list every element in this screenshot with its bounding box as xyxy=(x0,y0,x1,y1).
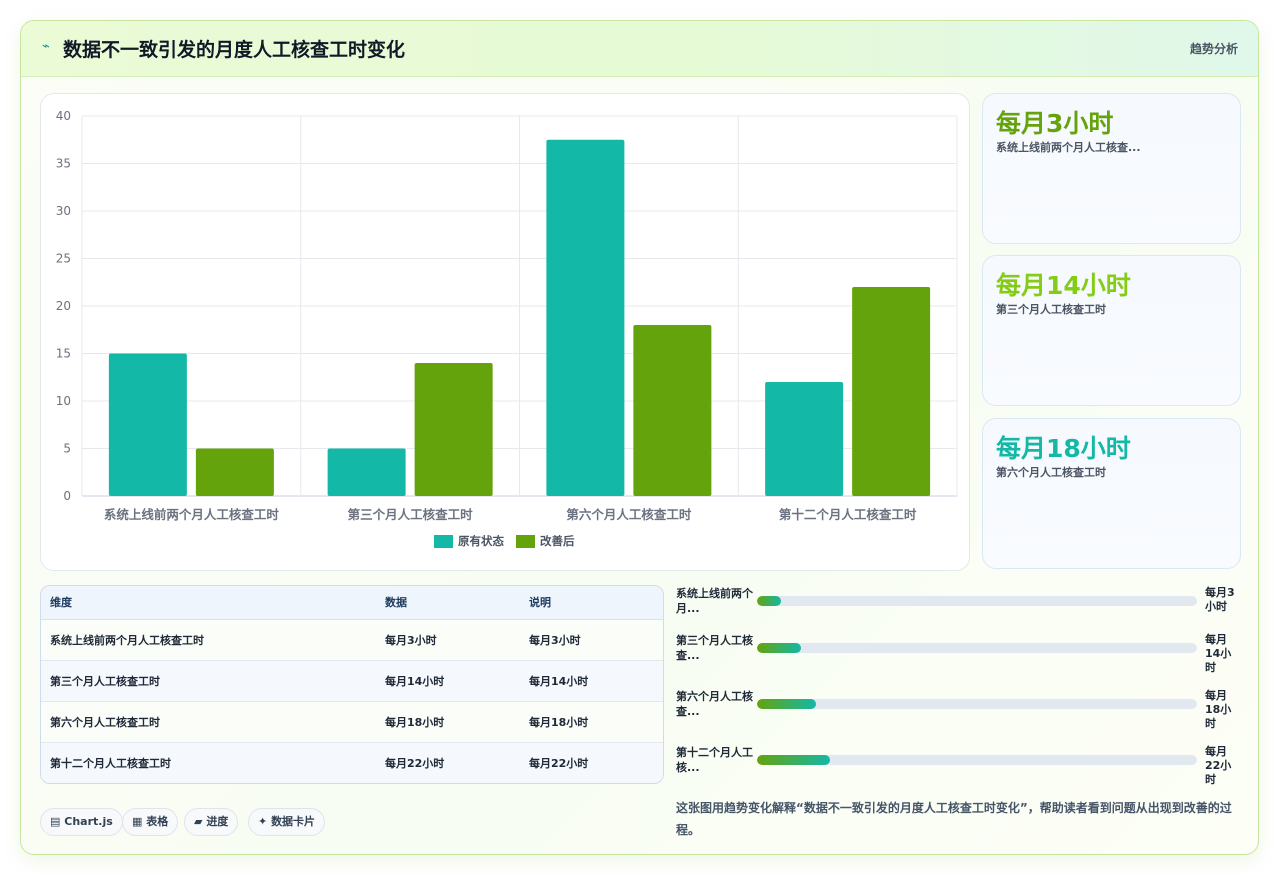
table-cell: 每月22小时 xyxy=(520,742,663,783)
stat-value: 每月18小时 xyxy=(996,434,1131,463)
bar-chart: 0 5 10 15 20 25 30 35 40 系统上线前两个月人工核查工时 第三个月人工核查工时… xyxy=(56,109,958,548)
progress-label: 第六个月人工核查... xyxy=(676,690,753,718)
chart-icon: ▤ xyxy=(50,815,61,828)
y-tick-label: 10 xyxy=(56,394,71,408)
table-cell: 第三个月人工核查工时 xyxy=(41,660,376,702)
stat-label: 系统上线前两个月人工核查... xyxy=(996,141,1141,154)
y-tick-label: 20 xyxy=(56,299,71,313)
legend-label: 改善后 xyxy=(540,534,575,548)
table-cell: 第六个月人工核查工时 xyxy=(41,701,376,743)
table-cell: 系统上线前两个月人工核查工时 xyxy=(41,619,376,661)
chip-label: 表格 xyxy=(146,815,169,828)
progress-row: 系统上线前两个月... 每月3小时 xyxy=(676,586,1246,626)
y-tick-label: 0 xyxy=(63,489,71,503)
stat-value: 每月3小时 xyxy=(996,109,1114,138)
table-header-row: 维度 数据 说明 xyxy=(41,586,663,620)
bar xyxy=(765,382,844,496)
progress-label: 第十二个月人工核... xyxy=(676,746,753,774)
stat-label: 第六个月人工核查工时 xyxy=(996,466,1106,479)
card-icon: ✦ xyxy=(258,815,268,828)
y-tick-label: 25 xyxy=(56,252,71,266)
table-cell: 每月22小时 xyxy=(376,742,520,783)
stat-card-3: 每月18小时 第六个月人工核查工时 xyxy=(982,418,1241,569)
y-tick-label: 40 xyxy=(56,109,71,123)
stat-card-1: 每月3小时 系统上线前两个月人工核查... xyxy=(982,93,1241,244)
legend-label: 原有状态 xyxy=(458,534,504,548)
x-tick-label: 系统上线前两个月人工核查工时 xyxy=(104,507,280,522)
table-row: 第三个月人工核查工时 每月14小时 每月14小时 xyxy=(41,660,663,702)
progress-row: 第十二个月人工核... 每月22小时 xyxy=(676,745,1246,786)
trend-icon: ⌁ xyxy=(42,39,50,54)
chip-progress[interactable]: ▰ 进度 xyxy=(184,808,239,836)
table-icon: ▦ xyxy=(132,815,143,828)
progress-label: 第三个月人工核查... xyxy=(676,634,753,662)
chip-chartjs[interactable]: ▤ Chart.js xyxy=(40,808,123,836)
table-row: 第六个月人工核查工时 每月18小时 每月18小时 xyxy=(41,701,663,743)
table-cell: 每月14小时 xyxy=(376,660,520,702)
column-header: 说明 xyxy=(520,586,663,620)
bar xyxy=(852,287,931,496)
x-tick-label: 第三个月人工核查工时 xyxy=(348,507,474,522)
progress-label: 系统上线前两个月... xyxy=(676,587,753,615)
y-tick-label: 5 xyxy=(63,442,71,456)
progress-fill xyxy=(757,755,830,765)
table-cell: 每月14小时 xyxy=(520,660,663,702)
table-row: 第十二个月人工核查工时 每月22小时 每月22小时 xyxy=(41,742,663,783)
progress-fill xyxy=(757,699,817,709)
chip-label: Chart.js xyxy=(64,815,113,828)
stat-card-2: 每月14小时 第三个月人工核查工时 xyxy=(982,255,1241,406)
table-cell: 每月3小时 xyxy=(520,619,663,661)
chip-table[interactable]: ▦ 表格 xyxy=(122,808,179,836)
data-table: 维度 数据 说明 系统上线前两个月人工核查工时 每月3小时 每月3小时 第三个月… xyxy=(40,585,664,784)
table-cell: 第十二个月人工核查工时 xyxy=(41,742,376,783)
table-cell: 每月18小时 xyxy=(376,701,520,743)
legend-swatch xyxy=(516,535,535,548)
bar xyxy=(195,448,274,496)
table-cell: 每月18小时 xyxy=(520,701,663,743)
progress-value: 每月22小时 xyxy=(1205,745,1232,786)
progress-icon: ▰ xyxy=(194,815,203,828)
table-cell: 每月3小时 xyxy=(376,619,520,661)
chip-data-card[interactable]: ✦ 数据卡片 xyxy=(248,808,326,836)
x-tick-label: 第六个月人工核查工时 xyxy=(566,507,692,522)
header: ⌁ 数据不一致引发的月度人工核查工时变化 趋势分析 xyxy=(21,21,1258,77)
dashboard-card: ⌁ 数据不一致引发的月度人工核查工时变化 趋势分析 0 5 10 15 20 25 30 35… xyxy=(20,20,1259,855)
progress-track xyxy=(757,699,1197,709)
progress-value: 每月14小时 xyxy=(1205,633,1232,674)
page-title: 数据不一致引发的月度人工核查工时变化 xyxy=(63,39,406,61)
bar-chart-panel: 0 5 10 15 20 25 30 35 40 系统上线前两个月人工核查工时 第三个月人工核查工时… xyxy=(40,93,970,571)
bar xyxy=(633,325,712,496)
column-header: 维度 xyxy=(41,586,376,620)
stat-label: 第三个月人工核查工时 xyxy=(996,303,1106,316)
trend-badge: 趋势分析 xyxy=(1189,42,1238,56)
bar xyxy=(414,363,493,496)
progress-row: 第三个月人工核查... 每月14小时 xyxy=(676,633,1246,674)
progress-value: 每月3小时 xyxy=(1205,586,1235,613)
bar xyxy=(546,139,625,496)
column-header: 数据 xyxy=(376,586,520,620)
progress-value: 每月18小时 xyxy=(1205,689,1232,730)
progress-fill xyxy=(757,643,801,653)
y-tick-label: 15 xyxy=(56,347,71,361)
bar xyxy=(327,448,406,496)
y-tick-label: 35 xyxy=(56,157,71,171)
table-row: 系统上线前两个月人工核查工时 每月3小时 每月3小时 xyxy=(41,619,663,661)
progress-fill xyxy=(757,596,782,606)
progress-track xyxy=(757,643,1197,653)
progress-track xyxy=(757,755,1197,765)
stat-value: 每月14小时 xyxy=(996,271,1131,300)
progress-row: 第六个月人工核查... 每月18小时 xyxy=(676,689,1246,730)
progress-track xyxy=(757,596,1197,606)
legend-swatch xyxy=(434,535,453,548)
chip-label: 数据卡片 xyxy=(271,815,316,828)
chart-caption: 这张图用趋势变化解释“数据不一致引发的月度人工核查工时变化”，帮助读者看到问题从… xyxy=(676,801,1232,837)
chip-label: 进度 xyxy=(206,815,229,828)
bar xyxy=(108,353,187,496)
y-tick-label: 30 xyxy=(56,204,71,218)
x-tick-label: 第十二个月人工核查工时 xyxy=(779,507,917,522)
